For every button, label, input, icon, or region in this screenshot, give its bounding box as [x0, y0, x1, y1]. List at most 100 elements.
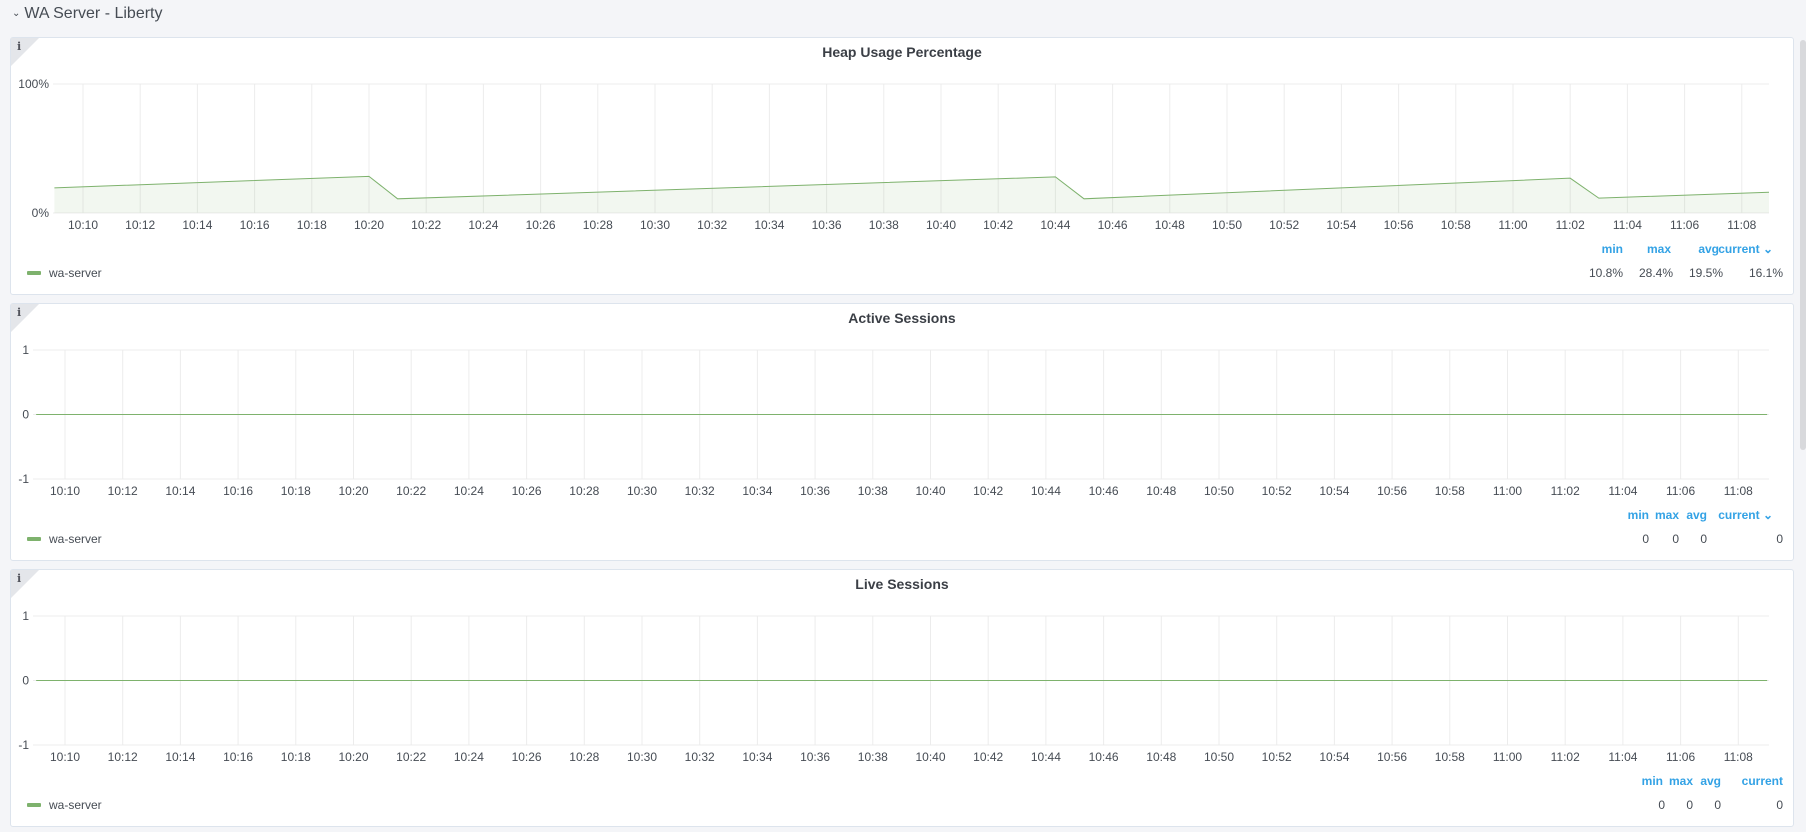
x-tick-label: 10:26	[526, 218, 556, 232]
legend-col-current-label: current	[1718, 242, 1760, 256]
x-tick-label: 11:08	[1724, 750, 1753, 764]
row-header[interactable]: ⌄ WA Server - Liberty	[12, 3, 163, 25]
x-tick-label: 10:40	[915, 484, 945, 498]
x-tick-label: 10:32	[697, 218, 727, 232]
x-tick-label: 10:42	[983, 218, 1013, 232]
x-tick-label: 10:18	[281, 750, 311, 764]
panel-live-sessions[interactable]: i Live Sessions 1 0 -1 10:10 10:12 10:14 10:16…	[10, 569, 1794, 827]
x-tick-label: 10:50	[1212, 218, 1242, 232]
legend-item-wa-server[interactable]: wa-server	[27, 532, 102, 546]
x-tick-label: 11:04	[1608, 750, 1637, 764]
x-tick-label: 10:58	[1435, 750, 1465, 764]
x-tick-label: 10:16	[240, 218, 270, 232]
x-tick-label: 10:16	[223, 750, 253, 764]
chart-plot: 1 0 -1 10:10 10:12 10:14 10:16 10:18 10:20 10:22 1…	[18, 343, 1769, 498]
x-tick-label: 11:04	[1613, 218, 1642, 232]
x-tick-label: 10:14	[165, 750, 195, 764]
legend-value-avg: 0	[1714, 798, 1721, 812]
legend-col-avg[interactable]: avg	[1681, 774, 1721, 788]
legend-value-avg: 19.5%	[1688, 266, 1723, 280]
x-tick-label: 10:36	[800, 484, 830, 498]
legend-value-current: 0	[1776, 532, 1783, 546]
x-tick-label: 10:12	[108, 484, 138, 498]
legend-col-avg[interactable]: avg	[1667, 508, 1707, 522]
chevron-down-icon[interactable]: ⌄	[12, 8, 20, 19]
y-tick-label: 0%	[32, 206, 50, 220]
x-tick-label: 10:12	[108, 750, 138, 764]
x-tick-label: 10:16	[223, 484, 253, 498]
x-tick-label: 10:52	[1262, 750, 1292, 764]
y-tick-label: 0	[22, 408, 29, 422]
x-tick-label: 10:52	[1262, 484, 1292, 498]
x-tick-label: 10:36	[800, 750, 830, 764]
chart-plot: 1 0 -1 10:10 10:12 10:14 10:16 10:18 10:20 10:22 1…	[18, 609, 1769, 764]
x-tick-label: 10:22	[396, 484, 426, 498]
x-tick-label: 10:46	[1089, 484, 1119, 498]
x-tick-label: 10:32	[685, 750, 715, 764]
panel-heap-usage[interactable]: i Heap Usage Percentage 100% 0% 10:10 10:12…	[10, 37, 1794, 295]
y-tick-label: 100%	[18, 77, 49, 91]
x-tick-label: 11:02	[1551, 750, 1580, 764]
legend-col-current-label: current	[1718, 508, 1760, 522]
legend-col-current[interactable]: current ⌄	[1717, 242, 1773, 256]
x-tick-label: 10:34	[754, 218, 784, 232]
y-tick-label: 1	[22, 343, 29, 357]
x-tick-label: 10:54	[1326, 218, 1356, 232]
x-tick-label: 11:06	[1666, 750, 1695, 764]
x-tick-label: 10:56	[1377, 750, 1407, 764]
x-tick-label: 10:38	[869, 218, 899, 232]
x-tick-label: 10:58	[1441, 218, 1471, 232]
legend-item-wa-server[interactable]: wa-server	[27, 798, 102, 812]
x-tick-label: 10:38	[858, 484, 888, 498]
legend-col-min[interactable]: min	[1583, 242, 1623, 256]
x-tick-label: 10:38	[858, 750, 888, 764]
legend-col-current[interactable]: current	[1723, 774, 1783, 788]
x-tick-label: 10:30	[627, 484, 657, 498]
x-tick-label: 11:08	[1727, 218, 1756, 232]
legend-value-min: 10.8%	[1588, 266, 1623, 280]
x-tick-label: 10:50	[1204, 484, 1234, 498]
x-tick-label: 10:56	[1377, 484, 1407, 498]
x-tick-label: 10:18	[297, 218, 327, 232]
x-tick-label: 10:52	[1269, 218, 1299, 232]
legend-value-max: 28.4%	[1638, 266, 1673, 280]
x-tick-label: 10:20	[354, 218, 384, 232]
x-tick-label: 10:40	[915, 750, 945, 764]
x-tick-label: 10:32	[685, 484, 715, 498]
x-tick-label: 10:44	[1040, 218, 1070, 232]
x-tick-label: 10:28	[569, 484, 599, 498]
x-tick-label: 11:04	[1608, 484, 1637, 498]
x-tick-label: 10:42	[973, 484, 1003, 498]
x-tick-label: 10:34	[742, 750, 772, 764]
x-tick-label: 10:42	[973, 750, 1003, 764]
x-tick-label: 10:40	[926, 218, 956, 232]
x-tick-label: 11:08	[1724, 484, 1753, 498]
x-tick-label: 10:14	[165, 484, 195, 498]
x-tick-label: 10:10	[68, 218, 98, 232]
panel-active-sessions[interactable]: i Active Sessions 1 0 -1 10:10 10:12 10:14 10:…	[10, 303, 1794, 561]
x-tick-label: 10:22	[396, 750, 426, 764]
x-tick-label: 10:20	[338, 484, 368, 498]
x-tick-label: 10:46	[1098, 218, 1128, 232]
x-tick-label: 11:06	[1670, 218, 1699, 232]
x-tick-label: 10:30	[627, 750, 657, 764]
legend-series-name: wa-server	[49, 266, 102, 280]
legend-col-max[interactable]: max	[1631, 242, 1671, 256]
page-scrollbar[interactable]	[1800, 40, 1806, 450]
x-tick-label: 10:56	[1384, 218, 1414, 232]
x-tick-label: 10:58	[1435, 484, 1465, 498]
legend-col-current[interactable]: current ⌄	[1717, 508, 1773, 522]
x-tick-label: 10:14	[182, 218, 212, 232]
y-tick-label: -1	[18, 738, 29, 752]
x-tick-label: 10:54	[1319, 484, 1349, 498]
legend-value-current: 16.1%	[1748, 266, 1783, 280]
legend-item-wa-server[interactable]: wa-server	[27, 266, 102, 280]
x-tick-label: 11:00	[1493, 750, 1522, 764]
legend-col-avg[interactable]: avg	[1679, 242, 1719, 256]
sort-chevron-icon: ⌄	[1762, 242, 1773, 256]
x-tick-label: 10:48	[1146, 484, 1176, 498]
x-tick-label: 10:44	[1031, 484, 1061, 498]
legend-series-name: wa-server	[49, 798, 102, 812]
legend-value-avg: 0	[1700, 532, 1707, 546]
x-tick-label: 10:44	[1031, 750, 1061, 764]
